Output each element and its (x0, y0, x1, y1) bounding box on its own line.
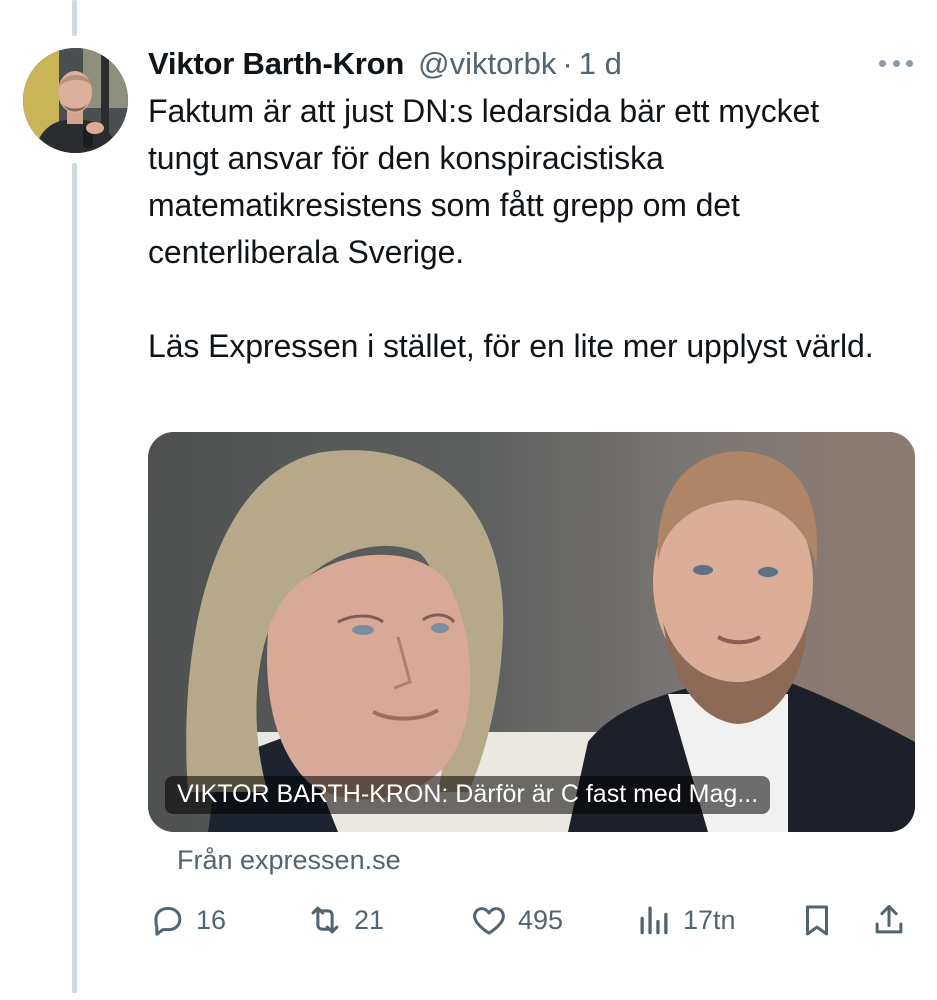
tweet-paragraph: Läs Expressen i stället, för en lite mer… (148, 328, 874, 364)
views-button[interactable]: 17tn (635, 895, 736, 945)
author-handle[interactable]: @viktorbk (418, 46, 556, 82)
tweet-timestamp[interactable]: 1 d (579, 46, 622, 82)
retweet-icon (311, 906, 339, 934)
more-options-icon[interactable] (879, 50, 913, 76)
bookmark-icon (805, 905, 829, 936)
retweet-count: 21 (354, 904, 385, 935)
share-button[interactable] (870, 895, 908, 945)
like-count: 495 (518, 904, 564, 935)
author-avatar[interactable] (23, 48, 128, 153)
views-count: 17tn (683, 904, 736, 935)
card-source[interactable]: Från expressen.se (177, 845, 401, 876)
avatar-image (23, 48, 128, 153)
card-title: VIKTOR BARTH-KRON: Därför är C fast med … (165, 776, 771, 814)
heart-icon (473, 907, 505, 935)
views-icon (640, 906, 668, 935)
more-dot (892, 59, 900, 67)
author-display-name[interactable]: Viktor Barth-Kron (148, 46, 404, 82)
reply-icon (154, 906, 182, 936)
tweet-text: Faktum är att just DN:s ledarsida bär et… (148, 88, 898, 370)
retweet-button[interactable]: 21 (306, 895, 384, 945)
more-dot (906, 59, 913, 67)
card-image (148, 432, 915, 832)
meta-separator: · (562, 46, 573, 81)
thread-line-top (72, 0, 77, 36)
bookmark-button[interactable] (798, 895, 836, 945)
reply-button[interactable]: 16 (148, 895, 226, 945)
more-dot (879, 59, 886, 67)
like-button[interactable]: 495 (470, 895, 563, 945)
tweet-paragraph: Faktum är att just DN:s ledarsida bär et… (148, 93, 819, 270)
link-preview-card[interactable]: VIKTOR BARTH-KRON: Därför är C fast med … (148, 432, 915, 832)
thread-line-bottom (72, 163, 77, 993)
share-icon (875, 905, 903, 934)
tweet-header: Viktor Barth-Kron @viktorbk · 1 d (148, 42, 907, 86)
action-bar: 16 21 495 17tn (148, 895, 915, 945)
tweet-page: Viktor Barth-Kron @viktorbk · 1 d Faktum… (0, 0, 937, 1000)
reply-count: 16 (196, 904, 227, 935)
